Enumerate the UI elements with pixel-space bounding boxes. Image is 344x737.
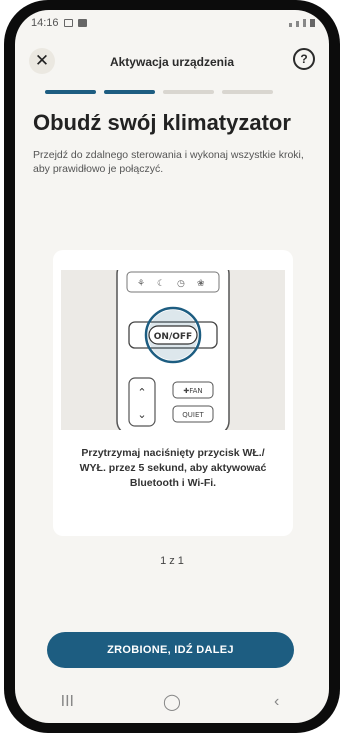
signal-icon xyxy=(289,23,292,27)
progress-step xyxy=(45,90,96,94)
remote-illustration: ⚘ ☾ ◷ ❀ ON/OFF ⌃ ⌄ ✚FAN QUIET xyxy=(61,270,285,430)
instruction-text: Przytrzymaj naciśnięty przycisk WŁ./ WYŁ… xyxy=(79,447,267,489)
screen: 14:16 ✕ Aktywacja urządzenia ? Obudź swó… xyxy=(15,10,329,723)
svg-text:⌄: ⌄ xyxy=(137,408,146,421)
signal-icon xyxy=(296,21,299,27)
svg-text:☾: ☾ xyxy=(157,279,165,289)
svg-text:❀: ❀ xyxy=(197,279,205,289)
help-icon: ? xyxy=(300,52,308,66)
svg-text:⚘: ⚘ xyxy=(137,279,145,289)
system-nav-bar: III ◯ ‹ xyxy=(15,681,329,723)
on-off-label: ON/OFF xyxy=(154,332,192,342)
progress-step xyxy=(163,90,214,94)
fan-label: ✚FAN xyxy=(183,387,202,395)
progress-step xyxy=(104,90,155,94)
notification-icon xyxy=(63,19,73,27)
back-button[interactable]: ‹ xyxy=(247,693,307,711)
step-progress xyxy=(15,90,329,94)
notification-icon xyxy=(77,19,87,27)
top-bar: ✕ Aktywacja urządzenia ? xyxy=(15,36,329,84)
instruction-card: ⚘ ☾ ◷ ❀ ON/OFF ⌃ ⌄ ✚FAN QUIET Przytrzyma… xyxy=(53,250,293,536)
pager: 1 z 1 xyxy=(160,555,184,567)
home-button[interactable]: ◯ xyxy=(142,692,202,712)
screen-title: Aktywacja urządzenia xyxy=(109,55,235,69)
signal-icon xyxy=(303,19,306,27)
svg-text:⌃: ⌃ xyxy=(137,386,146,399)
recents-button[interactable]: III xyxy=(37,693,97,711)
help-button[interactable]: ? xyxy=(293,48,315,70)
svg-text:◷: ◷ xyxy=(177,279,185,289)
status-bar: 14:16 xyxy=(15,10,329,36)
phone-frame: 14:16 ✕ Aktywacja urządzenia ? Obudź swó… xyxy=(4,0,340,733)
status-time: 14:16 xyxy=(31,17,59,29)
page-description: Przejdź do zdalnego sterowania i wykonaj… xyxy=(33,149,304,175)
page-heading: Obudź swój klimatyzator xyxy=(33,110,291,135)
status-icons xyxy=(289,19,315,27)
progress-step xyxy=(222,90,273,94)
quiet-label: QUIET xyxy=(182,411,204,419)
done-next-button[interactable]: ZROBIONE, IDŹ DALEJ xyxy=(47,632,294,668)
battery-icon xyxy=(310,19,315,27)
